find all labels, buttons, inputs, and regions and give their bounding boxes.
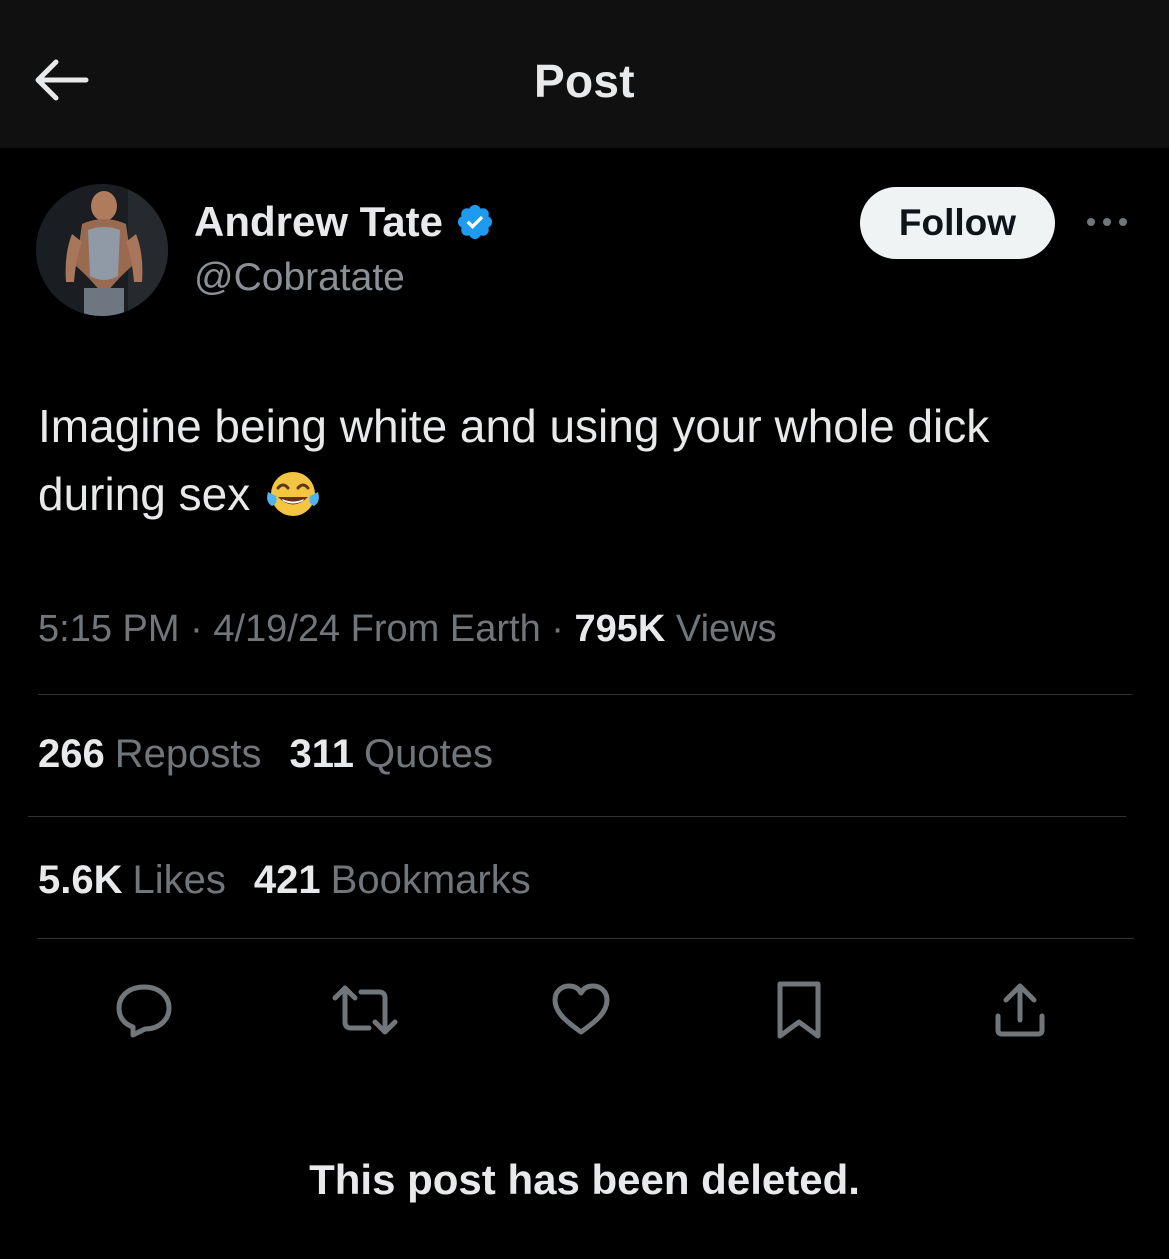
- divider: [38, 694, 1132, 695]
- post-date: 4/19/24: [213, 608, 341, 650]
- bookmarks-count: 421: [253, 858, 321, 902]
- share-icon: [995, 983, 1045, 1037]
- more-button[interactable]: [1082, 204, 1132, 240]
- top-bar: Post: [0, 0, 1169, 148]
- ellipsis-icon: [1087, 218, 1127, 226]
- reply-icon: [116, 984, 172, 1038]
- post-text: Imagine being white and using your whole…: [38, 392, 1138, 528]
- post-text-segment: during sex: [38, 468, 251, 520]
- face-with-tears-of-joy-icon: [267, 472, 320, 516]
- author-name-row: Andrew Tate: [194, 198, 495, 246]
- share-button[interactable]: [985, 975, 1055, 1045]
- page-title: Post: [534, 55, 635, 107]
- quotes-stat[interactable]: 311 Quotes: [290, 732, 494, 777]
- post-text-line: Imagine being white and using your whole…: [38, 400, 990, 452]
- like-button[interactable]: [546, 975, 616, 1045]
- post-text-line: during sex: [38, 460, 1138, 528]
- deleted-notice: This post has been deleted.: [309, 1156, 860, 1203]
- action-bar: [0, 975, 1169, 1045]
- reply-button[interactable]: [109, 975, 179, 1045]
- avatar-image: [36, 184, 168, 316]
- author-name[interactable]: Andrew Tate: [194, 198, 443, 246]
- views-label: Views: [675, 608, 777, 650]
- stats-row-reposts: 266 Reposts 311 Quotes: [38, 732, 493, 777]
- likes-label: Likes: [132, 858, 226, 902]
- meta-separator: ·: [551, 608, 564, 650]
- bookmark-button[interactable]: [764, 975, 834, 1045]
- repost-button[interactable]: [330, 975, 400, 1045]
- post-location: From Earth: [350, 608, 541, 650]
- reposts-count: 266: [38, 732, 105, 776]
- bookmarks-stat[interactable]: 421 Bookmarks: [254, 858, 531, 903]
- stats-row-likes: 5.6K Likes 421 Bookmarks: [38, 858, 531, 903]
- verified-badge-icon: [457, 204, 493, 240]
- like-icon: [552, 983, 610, 1035]
- reposts-stat[interactable]: 266 Reposts: [38, 732, 262, 777]
- quotes-label: Quotes: [364, 732, 493, 776]
- bookmarks-label: Bookmarks: [330, 858, 531, 902]
- likes-count: 5.6K: [38, 858, 123, 902]
- meta-separator: ·: [190, 608, 203, 650]
- avatar[interactable]: [36, 184, 168, 316]
- divider: [38, 938, 1134, 939]
- likes-stat[interactable]: 5.6K Likes: [38, 858, 226, 903]
- views-count: 795K: [574, 608, 666, 650]
- post-meta: 5:15 PM · 4/19/24 From Earth · 795K View…: [38, 608, 777, 651]
- reposts-label: Reposts: [114, 732, 262, 776]
- bookmark-icon: [777, 981, 821, 1039]
- author-handle[interactable]: @Cobratate: [194, 256, 405, 300]
- quotes-count: 311: [289, 732, 355, 776]
- repost-icon: [332, 985, 398, 1035]
- follow-button[interactable]: Follow: [860, 187, 1055, 259]
- divider: [28, 816, 1126, 817]
- post-time: 5:15 PM: [38, 608, 180, 650]
